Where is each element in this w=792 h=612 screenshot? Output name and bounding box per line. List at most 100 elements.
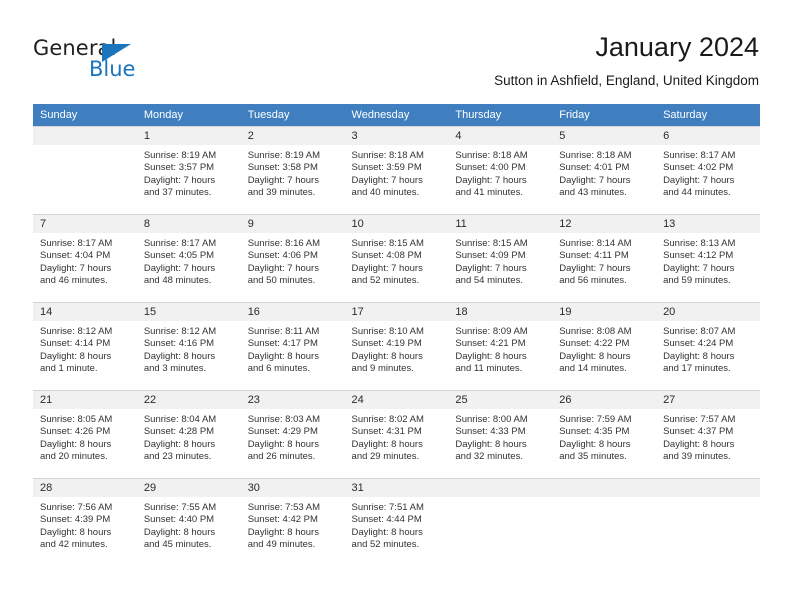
sunset-time: Sunset: 4:00 PM	[455, 162, 526, 174]
daylight-duration-line2: and 14 minutes.	[559, 363, 627, 375]
daylight-duration-line1: Daylight: 8 hours	[247, 438, 319, 450]
day-details: Sunrise: 8:15 AM Sunset: 4:09 PM Daylight:…	[448, 233, 552, 288]
day-number: 20	[656, 303, 760, 321]
daylight-duration-line1: Daylight: 8 hours	[663, 350, 735, 362]
day-number: 23	[240, 391, 345, 409]
day-cell-inner: 12 Sunrise: 8:14 AM Sunset: 4:11 PM Dayligh…	[552, 214, 657, 302]
sunrise-time: Sunrise: 8:09 AM	[455, 326, 528, 337]
day-cell-inner: 5 Sunrise: 8:18 AM Sunset: 4:01 PM Daylight…	[552, 126, 657, 214]
daylight-duration-line2: and 42 minutes.	[40, 539, 108, 551]
day-number: 3	[344, 127, 449, 145]
sunset-time: Sunset: 4:26 PM	[40, 426, 111, 438]
calendar-day-cell[interactable]: 28 Sunrise: 7:56 AM Sunset: 4:39 PM Dayligh…	[33, 478, 137, 566]
calendar-day-cell[interactable]: 29 Sunrise: 7:55 AM Sunset: 4:40 PM Dayligh…	[136, 478, 241, 566]
day-cell-inner: 23 Sunrise: 8:03 AM Sunset: 4:29 PM Dayligh…	[240, 390, 345, 478]
day-details: Sunrise: 7:57 AM Sunset: 4:37 PM Daylight:…	[656, 409, 760, 464]
daylight-duration-line2: and 35 minutes.	[559, 451, 627, 463]
daylight-duration-line2: and 49 minutes.	[247, 539, 316, 551]
daylight-duration-line2: and 37 minutes.	[143, 187, 212, 199]
day-number: 19	[552, 303, 657, 321]
sunrise-time: Sunrise: 7:55 AM	[143, 502, 217, 513]
daylight-duration-line1: Daylight: 8 hours	[455, 350, 527, 362]
calendar-day-cell[interactable]: 11 Sunrise: 8:15 AM Sunset: 4:09 PM Dayligh…	[448, 214, 553, 302]
sunrise-time: Sunrise: 8:07 AM	[663, 326, 736, 337]
daylight-duration-line1: Daylight: 7 hours	[455, 174, 527, 186]
day-number: 12	[552, 215, 657, 233]
day-cell-inner: 27 Sunrise: 7:57 AM Sunset: 4:37 PM Dayligh…	[656, 390, 760, 478]
sunset-time: Sunset: 3:57 PM	[143, 162, 215, 174]
calendar-day-cell[interactable]: 14 Sunrise: 8:12 AM Sunset: 4:14 PM Dayligh…	[33, 302, 137, 390]
day-cell-inner: 18 Sunrise: 8:09 AM Sunset: 4:21 PM Dayligh…	[448, 302, 553, 390]
day-details: Sunrise: 8:17 AM Sunset: 4:04 PM Daylight:…	[33, 233, 137, 288]
sunset-time: Sunset: 4:33 PM	[455, 426, 526, 438]
sunset-time: Sunset: 4:12 PM	[663, 250, 734, 262]
day-cell-inner: 22 Sunrise: 8:04 AM Sunset: 4:28 PM Dayligh…	[136, 390, 241, 478]
day-cell-inner: 13 Sunrise: 8:13 AM Sunset: 4:12 PM Dayligh…	[656, 214, 760, 302]
sunset-time: Sunset: 4:05 PM	[143, 250, 215, 262]
calendar-day-cell[interactable]: 8 Sunrise: 8:17 AM Sunset: 4:05 PM Daylight…	[136, 214, 241, 302]
general-blue-logo[interactable]: General Blue	[33, 38, 173, 84]
calendar-day-cell[interactable]: 16 Sunrise: 8:11 AM Sunset: 4:17 PM Dayligh…	[240, 302, 345, 390]
sunrise-time: Sunrise: 8:19 AM	[143, 150, 217, 161]
calendar-body: 1 Sunrise: 8:19 AM Sunset: 3:57 PM Daylight…	[33, 126, 760, 566]
day-details: Sunrise: 8:19 AM Sunset: 3:57 PM Daylight:…	[137, 145, 241, 200]
day-details: Sunrise: 8:11 AM Sunset: 4:17 PM Daylight:…	[241, 321, 345, 376]
calendar-day-cell[interactable]: 9 Sunrise: 8:16 AM Sunset: 4:06 PM Daylight…	[240, 214, 345, 302]
sunset-time: Sunset: 4:09 PM	[455, 250, 526, 262]
day-details: Sunrise: 8:13 AM Sunset: 4:12 PM Daylight:…	[656, 233, 760, 288]
calendar-week-row: 1 Sunrise: 8:19 AM Sunset: 3:57 PM Daylight…	[33, 126, 760, 214]
day-details: Sunrise: 8:00 AM Sunset: 4:33 PM Daylight:…	[448, 409, 552, 464]
sunset-time: Sunset: 4:35 PM	[559, 426, 630, 438]
daylight-duration-line1: Daylight: 8 hours	[143, 350, 216, 362]
calendar-day-cell[interactable]: 22 Sunrise: 8:04 AM Sunset: 4:28 PM Dayligh…	[136, 390, 241, 478]
day-number: 9	[240, 215, 345, 233]
daylight-duration-line2: and 23 minutes.	[143, 451, 212, 463]
calendar-day-cell[interactable]: 25 Sunrise: 8:00 AM Sunset: 4:33 PM Dayligh…	[448, 390, 553, 478]
calendar-day-cell[interactable]: 30 Sunrise: 7:53 AM Sunset: 4:42 PM Dayligh…	[240, 478, 345, 566]
calendar-day-cell[interactable]: 6 Sunrise: 8:17 AM Sunset: 4:02 PM Daylight…	[656, 126, 760, 214]
day-number	[656, 479, 760, 497]
day-details: Sunrise: 8:09 AM Sunset: 4:21 PM Daylight:…	[448, 321, 552, 376]
calendar-day-cell[interactable]: 4 Sunrise: 8:18 AM Sunset: 4:00 PM Daylight…	[448, 126, 553, 214]
daylight-duration-line2: and 41 minutes.	[455, 187, 523, 199]
calendar-day-cell[interactable]: 24 Sunrise: 8:02 AM Sunset: 4:31 PM Dayligh…	[344, 390, 449, 478]
daylight-duration-line2: and 26 minutes.	[247, 451, 316, 463]
sunrise-time: Sunrise: 8:17 AM	[40, 238, 113, 249]
calendar-day-cell[interactable]: 10 Sunrise: 8:15 AM Sunset: 4:08 PM Dayligh…	[344, 214, 449, 302]
daylight-duration-line1: Daylight: 8 hours	[40, 438, 112, 450]
calendar-day-cell[interactable]: 17 Sunrise: 8:10 AM Sunset: 4:19 PM Dayligh…	[344, 302, 449, 390]
day-number: 1	[136, 127, 241, 145]
daylight-duration-line2: and 48 minutes.	[143, 275, 212, 287]
calendar-day-cell[interactable]: 2 Sunrise: 8:19 AM Sunset: 3:58 PM Daylight…	[240, 126, 345, 214]
sunset-time: Sunset: 4:31 PM	[351, 426, 422, 438]
calendar-day-cell[interactable]: 5 Sunrise: 8:18 AM Sunset: 4:01 PM Daylight…	[552, 126, 657, 214]
sunset-time: Sunset: 3:58 PM	[247, 162, 318, 174]
day-cell-inner: 24 Sunrise: 8:02 AM Sunset: 4:31 PM Dayligh…	[344, 390, 449, 478]
calendar-day-cell[interactable]: 15 Sunrise: 8:12 AM Sunset: 4:16 PM Dayligh…	[136, 302, 241, 390]
weekday-header-thursday: Thursday	[448, 104, 553, 126]
calendar-day-cell[interactable]: 31 Sunrise: 7:51 AM Sunset: 4:44 PM Dayligh…	[344, 478, 449, 566]
sunrise-time: Sunrise: 8:18 AM	[455, 150, 528, 161]
day-cell-inner: 10 Sunrise: 8:15 AM Sunset: 4:08 PM Dayligh…	[344, 214, 449, 302]
calendar-day-cell[interactable]: 20 Sunrise: 8:07 AM Sunset: 4:24 PM Dayligh…	[656, 302, 760, 390]
day-number	[448, 479, 553, 497]
sunrise-time: Sunrise: 8:11 AM	[247, 326, 320, 337]
calendar-day-cell[interactable]: 18 Sunrise: 8:09 AM Sunset: 4:21 PM Dayligh…	[448, 302, 553, 390]
daylight-duration-line1: Daylight: 8 hours	[143, 438, 216, 450]
calendar-day-cell[interactable]: 19 Sunrise: 8:08 AM Sunset: 4:22 PM Dayligh…	[552, 302, 657, 390]
calendar-day-cell[interactable]: 12 Sunrise: 8:14 AM Sunset: 4:11 PM Dayligh…	[552, 214, 657, 302]
calendar-day-cell[interactable]: 21 Sunrise: 8:05 AM Sunset: 4:26 PM Dayligh…	[33, 390, 137, 478]
sunrise-time: Sunrise: 8:13 AM	[663, 238, 736, 249]
calendar-day-cell[interactable]: 3 Sunrise: 8:18 AM Sunset: 3:59 PM Daylight…	[344, 126, 449, 214]
calendar-day-cell[interactable]: 26 Sunrise: 7:59 AM Sunset: 4:35 PM Dayligh…	[552, 390, 657, 478]
page-title: January 2024	[595, 32, 759, 62]
daylight-duration-line1: Daylight: 7 hours	[455, 262, 527, 274]
daylight-duration-line1: Daylight: 7 hours	[143, 262, 216, 274]
calendar-day-cell[interactable]: 13 Sunrise: 8:13 AM Sunset: 4:12 PM Dayligh…	[656, 214, 760, 302]
day-number: 28	[33, 479, 137, 497]
day-details: Sunrise: 8:16 AM Sunset: 4:06 PM Daylight:…	[241, 233, 345, 288]
calendar-day-cell[interactable]: 1 Sunrise: 8:19 AM Sunset: 3:57 PM Daylight…	[136, 126, 241, 214]
calendar-day-cell[interactable]: 7 Sunrise: 8:17 AM Sunset: 4:04 PM Daylight…	[33, 214, 137, 302]
calendar-day-cell[interactable]: 27 Sunrise: 7:57 AM Sunset: 4:37 PM Dayligh…	[656, 390, 760, 478]
calendar-day-cell[interactable]: 23 Sunrise: 8:03 AM Sunset: 4:29 PM Dayligh…	[240, 390, 345, 478]
